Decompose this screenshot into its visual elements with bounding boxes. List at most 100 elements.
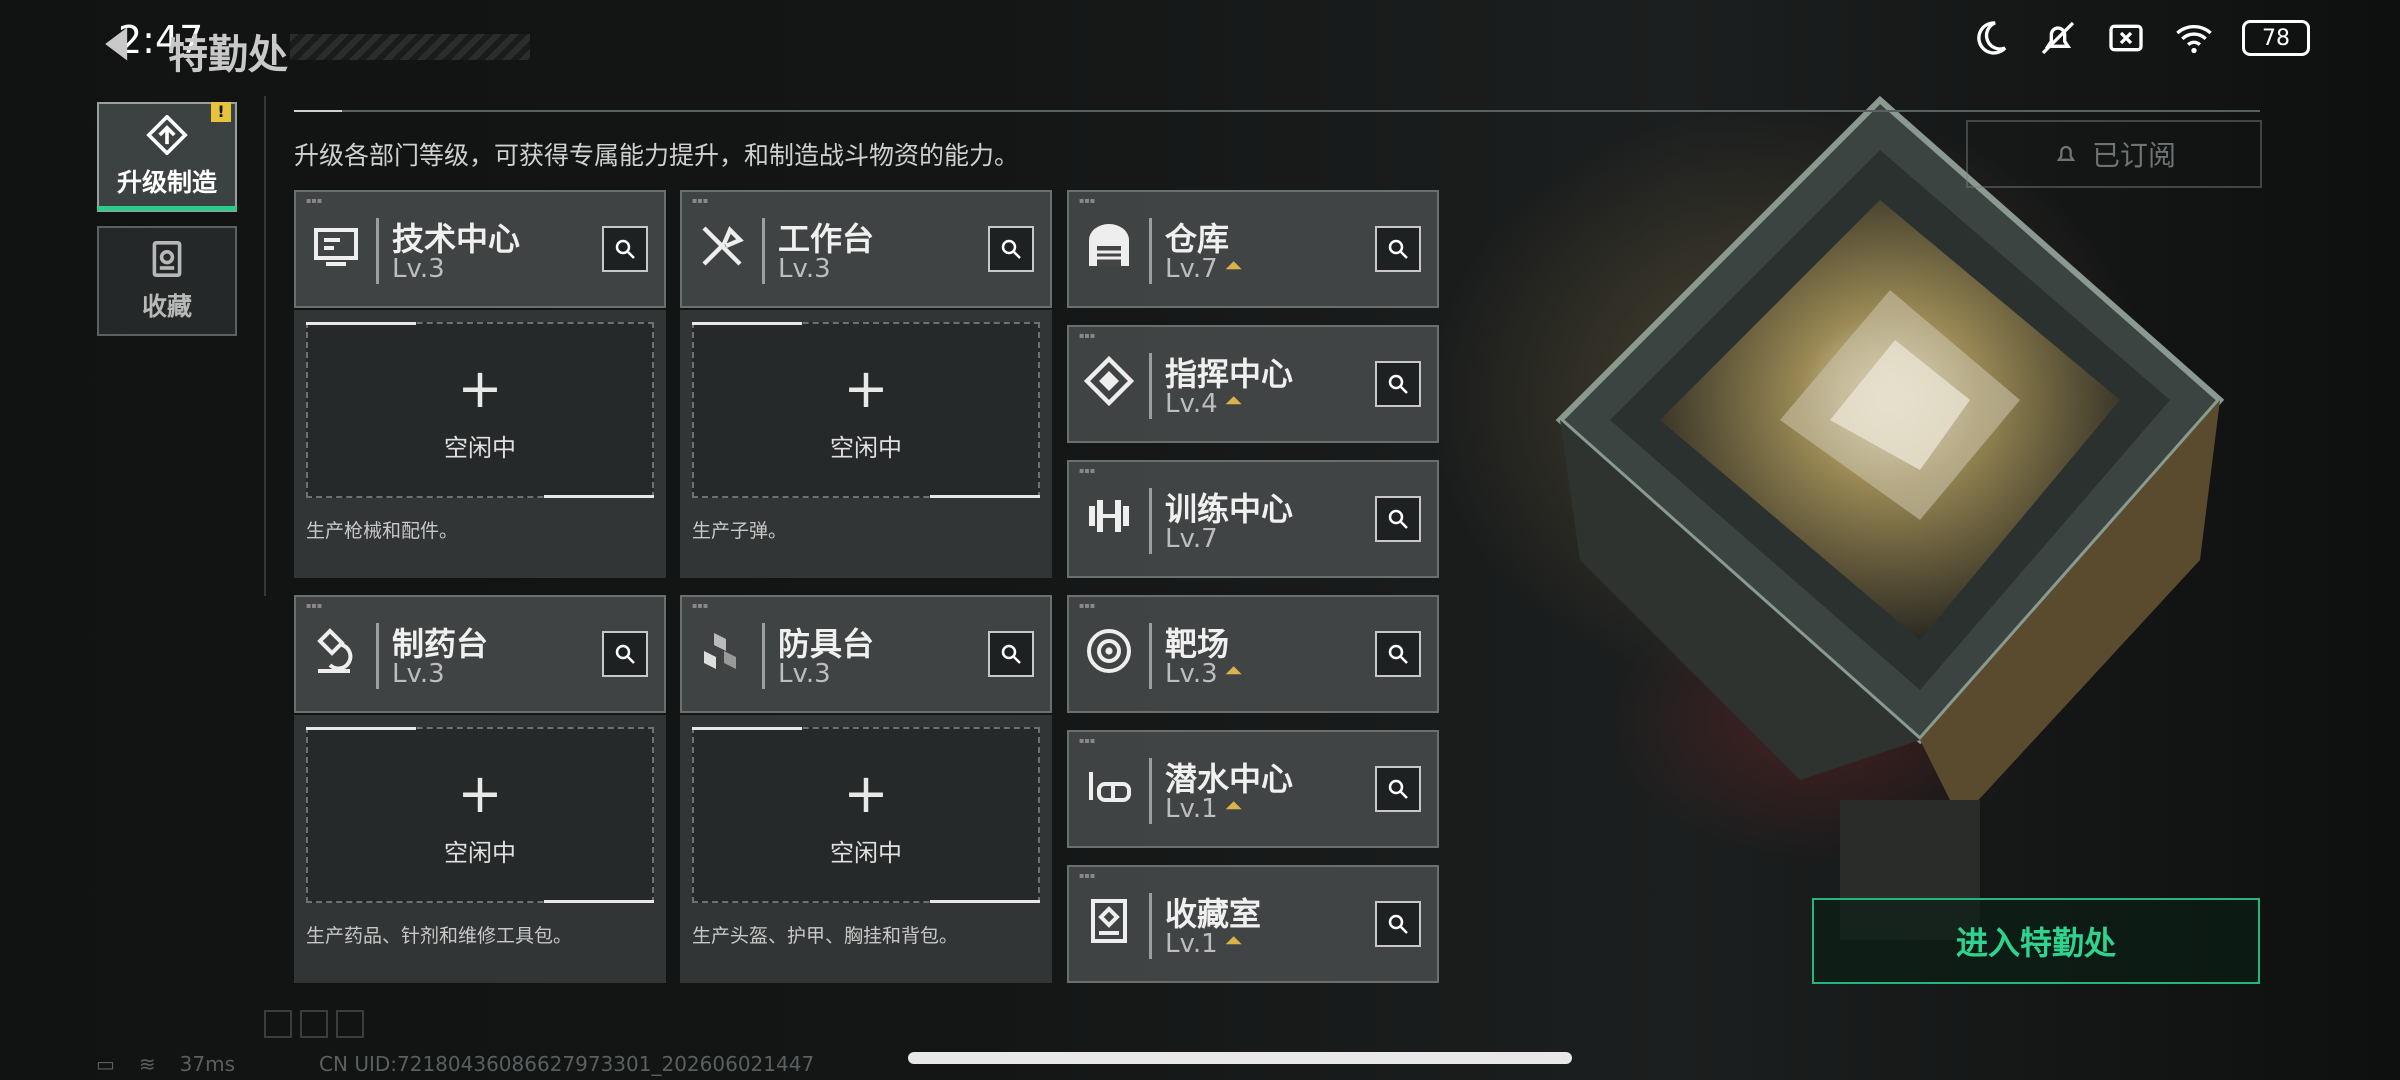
upgrade-available-icon: ⏶ — [1225, 929, 1243, 954]
production-slot[interactable]: + 空闲中 — [692, 727, 1040, 903]
nav-item-label: 收藏 — [141, 292, 192, 321]
card-separator — [376, 218, 379, 284]
card-micro-decoration: ▪▪▪ — [306, 601, 323, 610]
upgrade-available-icon: ⏶ — [1225, 389, 1243, 414]
card-separator — [1149, 218, 1152, 284]
card-micro-decoration: ▪▪▪ — [1079, 736, 1096, 745]
upgrade-icon — [146, 115, 188, 155]
card-separator — [1149, 623, 1152, 689]
moon-icon — [1977, 21, 2007, 55]
search-button[interactable] — [1375, 766, 1421, 812]
plus-icon: + — [457, 357, 503, 420]
production-description: 生产枪械和配件。 — [306, 520, 459, 542]
slot-corner-decoration — [692, 322, 802, 325]
slot-corner-decoration — [306, 727, 416, 730]
facility-level: Lv.1 — [1165, 794, 1218, 824]
title-stripe-decoration — [290, 34, 530, 60]
card-separator — [1149, 353, 1152, 419]
search-icon — [1388, 914, 1408, 934]
search-button[interactable] — [988, 631, 1034, 677]
sim-off-icon — [2109, 24, 2143, 52]
alert-badge: ! — [211, 102, 231, 122]
search-button[interactable] — [1375, 361, 1421, 407]
warehouse-icon — [1089, 224, 1129, 266]
training-center-icon — [1089, 500, 1129, 532]
search-icon — [615, 644, 635, 664]
production-slot[interactable]: + 空闲中 — [692, 322, 1040, 498]
facility-card-armor-bench[interactable]: ▪▪▪ 防具台 Lv.3 — [680, 595, 1052, 713]
battery-mini-icon: ▭ — [96, 1052, 115, 1076]
search-icon — [1388, 374, 1408, 394]
card-separator — [1149, 893, 1152, 959]
page-subtitle: 升级各部门等级，可获得专属能力提升，和制造战斗物资的能力。 — [294, 141, 1020, 170]
nav-item-label: 升级制造 — [116, 168, 217, 197]
nav-item-collection[interactable]: 收藏 — [97, 226, 237, 336]
subscribed-button[interactable]: 已订阅 — [1966, 120, 2262, 188]
facility-level: Lv.3 — [392, 254, 445, 284]
footer-decoration — [264, 1010, 364, 1038]
subscribed-label: 已订阅 — [2091, 139, 2176, 172]
facility-card-tech-center[interactable]: ▪▪▪ 技术中心 Lv.3 — [294, 190, 666, 308]
search-button[interactable] — [1375, 496, 1421, 542]
production-description: 生产头盔、护甲、胸挂和背包。 — [692, 925, 959, 947]
search-button[interactable] — [1375, 631, 1421, 677]
facility-level: Lv.3 — [1165, 659, 1218, 689]
facility-level: Lv.1 — [1165, 929, 1218, 959]
card-separator — [762, 623, 765, 689]
card-separator — [376, 623, 379, 689]
enter-special-ops-button[interactable]: 进入特勤处 — [1812, 898, 2260, 984]
ping-text: 37ms — [179, 1052, 236, 1076]
facility-card-workbench[interactable]: ▪▪▪ 工作台 Lv.3 — [680, 190, 1052, 308]
slot-corner-decoration — [544, 495, 654, 498]
search-button[interactable] — [1375, 226, 1421, 272]
card-separator — [1149, 488, 1152, 554]
facility-level: Lv.7 — [1165, 254, 1218, 284]
facility-level: Lv.7 — [1165, 524, 1218, 554]
battery-icon: 78 — [2242, 20, 2310, 56]
upgrade-available-icon: ⏶ — [1225, 659, 1243, 684]
search-button[interactable] — [988, 226, 1034, 272]
search-button[interactable] — [1375, 901, 1421, 947]
facility-card-collection-room[interactable]: ▪▪▪ 收藏室 Lv.1 ⏶ — [1067, 865, 1439, 983]
facility-card-pharmacy[interactable]: ▪▪▪ 制药台 Lv.3 — [294, 595, 666, 713]
footer-info: ▭ ≋ 37ms CN UID:72180436086627973301_202… — [96, 1052, 814, 1076]
workbench-icon — [702, 226, 744, 266]
production-panel-tech-center: + 空闲中 生产枪械和配件。 — [294, 310, 666, 578]
slot-status: 空闲中 — [830, 434, 902, 462]
facility-card-command-center[interactable]: ▪▪▪ 指挥中心 Lv.4 ⏶ — [1067, 325, 1439, 443]
slot-status: 空闲中 — [830, 839, 902, 867]
search-icon — [1001, 644, 1021, 664]
nav-divider — [264, 96, 266, 596]
production-slot[interactable]: + 空闲中 — [306, 727, 654, 903]
armor-bench-icon — [704, 633, 736, 669]
upgrade-available-icon: ⏶ — [1225, 254, 1243, 279]
wifi-icon — [2176, 25, 2212, 54]
plus-icon: + — [843, 762, 889, 825]
slot-corner-decoration — [930, 900, 1040, 903]
facility-level: Lv.3 — [778, 659, 831, 689]
production-description: 生产药品、针剂和维修工具包。 — [306, 925, 573, 947]
facility-card-diving-center[interactable]: ▪▪▪ 潜水中心 Lv.1 ⏶ — [1067, 730, 1439, 848]
card-micro-decoration: ▪▪▪ — [306, 196, 323, 205]
facility-card-shooting-range[interactable]: ▪▪▪ 靶场 Lv.3 ⏶ — [1067, 595, 1439, 713]
card-separator — [1149, 758, 1152, 824]
facility-level: Lv.4 — [1165, 389, 1218, 419]
plus-icon: + — [843, 357, 889, 420]
facility-level: Lv.3 — [778, 254, 831, 284]
search-button[interactable] — [602, 226, 648, 272]
card-micro-decoration: ▪▪▪ — [692, 196, 709, 205]
card-micro-decoration: ▪▪▪ — [1079, 466, 1096, 475]
uid-text: CN UID:72180436086627973301_202606021447 — [319, 1052, 815, 1076]
bell-icon — [2056, 145, 2076, 161]
facility-card-training-center[interactable]: ▪▪▪ 训练中心 Lv.7 — [1067, 460, 1439, 578]
back-arrow-icon[interactable] — [96, 22, 140, 66]
slot-corner-decoration — [930, 495, 1040, 498]
page-title: 特勤处 — [168, 32, 288, 78]
home-indicator[interactable] — [908, 1052, 1572, 1064]
search-icon — [1388, 779, 1408, 799]
command-center-icon — [1083, 355, 1135, 407]
facility-card-warehouse[interactable]: ▪▪▪ 仓库 Lv.7 ⏶ — [1067, 190, 1439, 308]
production-slot[interactable]: + 空闲中 — [306, 322, 654, 498]
search-button[interactable] — [602, 631, 648, 677]
slot-corner-decoration — [544, 900, 654, 903]
